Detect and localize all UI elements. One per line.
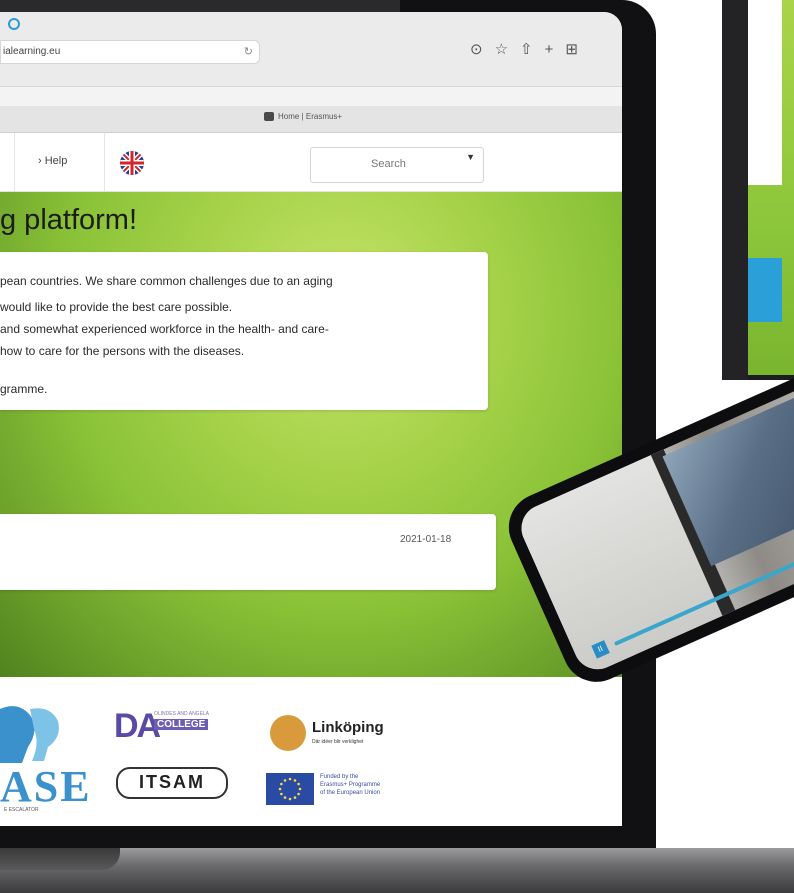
window-status-icon (8, 18, 20, 30)
url-text: ialearning.eu (3, 46, 61, 57)
plus-icon[interactable]: + (545, 41, 566, 58)
eu-line: Erasmus+ Programme (320, 782, 381, 788)
tab-title: Home | Erasmus+ (278, 112, 343, 121)
head-silhouette-icon (0, 706, 59, 763)
laptop-top-edge (0, 0, 400, 12)
intro-line: gramme. (0, 382, 48, 396)
reload-icon[interactable]: ↻ (242, 41, 253, 63)
laptop-base (0, 848, 794, 893)
site-nav: › Help Search ▼ (0, 133, 622, 192)
da-college-text: COLLEGE (154, 719, 209, 730)
da-small-text: OLINDES AND ANGELA (154, 711, 210, 717)
favicon-icon (264, 112, 274, 122)
intro-line: and somewhat experienced workforce in th… (0, 322, 329, 336)
base-logo[interactable]: ASE E ESCALATOR (0, 691, 92, 813)
share-icon[interactable]: ⇧ (520, 41, 545, 58)
nav-divider (0, 133, 15, 191)
intro-card: pean countries. We share common challeng… (0, 252, 488, 410)
intro-line: would like to provide the best care poss… (0, 300, 233, 314)
linkoping-tagline: Där idéer blir verklighet (312, 739, 364, 745)
da-letters: DA (114, 707, 161, 745)
intro-line: pean countries. We share common challeng… (0, 274, 333, 288)
partner-logos: ASE E ESCALATOR DA OLINDES AND ANGELA CO… (0, 677, 622, 826)
phone-video[interactable]: II (513, 363, 794, 677)
laptop-notch (0, 848, 120, 870)
base-logo-text: ASE (0, 762, 92, 811)
star-icon[interactable]: ☆ (495, 41, 520, 58)
chevron-down-icon: ▼ (466, 152, 475, 162)
lion-icon (270, 715, 306, 751)
background-monitor-bezel (722, 0, 748, 380)
background-monitor (722, 0, 794, 380)
nav-help-link[interactable]: › Help (38, 155, 67, 167)
download-icon[interactable]: ⊙ (470, 41, 495, 58)
grid-icon[interactable]: ⊞ (565, 41, 590, 58)
eu-line: Funded by the (320, 774, 359, 780)
search-select[interactable]: Search ▼ (310, 147, 484, 183)
news-card[interactable]: 2021-01-18 (0, 514, 496, 590)
browser-toolbar: ialearning.eu ↻ ⊙☆⇧+⊞ (0, 12, 622, 87)
eu-flag-icon (266, 773, 314, 805)
address-bar[interactable]: ialearning.eu ↻ (0, 40, 260, 64)
smartphone: II (490, 347, 794, 693)
itsam-logo[interactable]: ITSAM (116, 767, 228, 799)
tab-home[interactable]: Home | Erasmus+ (264, 112, 343, 122)
base-logo-subtitle: E ESCALATOR (4, 807, 39, 813)
uk-flag-icon[interactable] (120, 151, 144, 175)
eu-funding-text: Funded by the Erasmus+ Programme of the … (320, 773, 380, 797)
tab-bar: Home | Erasmus+ (0, 106, 622, 133)
phone-body: II (498, 347, 794, 693)
da-college-logo[interactable]: DA OLINDES AND ANGELA COLLEGE (114, 707, 209, 746)
linkoping-name: Linköping (312, 719, 384, 736)
intro-line: how to care for the persons with the dis… (0, 344, 245, 358)
nav-divider (104, 133, 105, 191)
search-label: Search (371, 158, 406, 170)
page-title: g platform! (0, 204, 137, 236)
eu-line: of the European Union (320, 790, 381, 796)
news-date: 2021-01-18 (400, 534, 452, 545)
toolbar-icons: ⊙☆⇧+⊞ (470, 40, 590, 58)
